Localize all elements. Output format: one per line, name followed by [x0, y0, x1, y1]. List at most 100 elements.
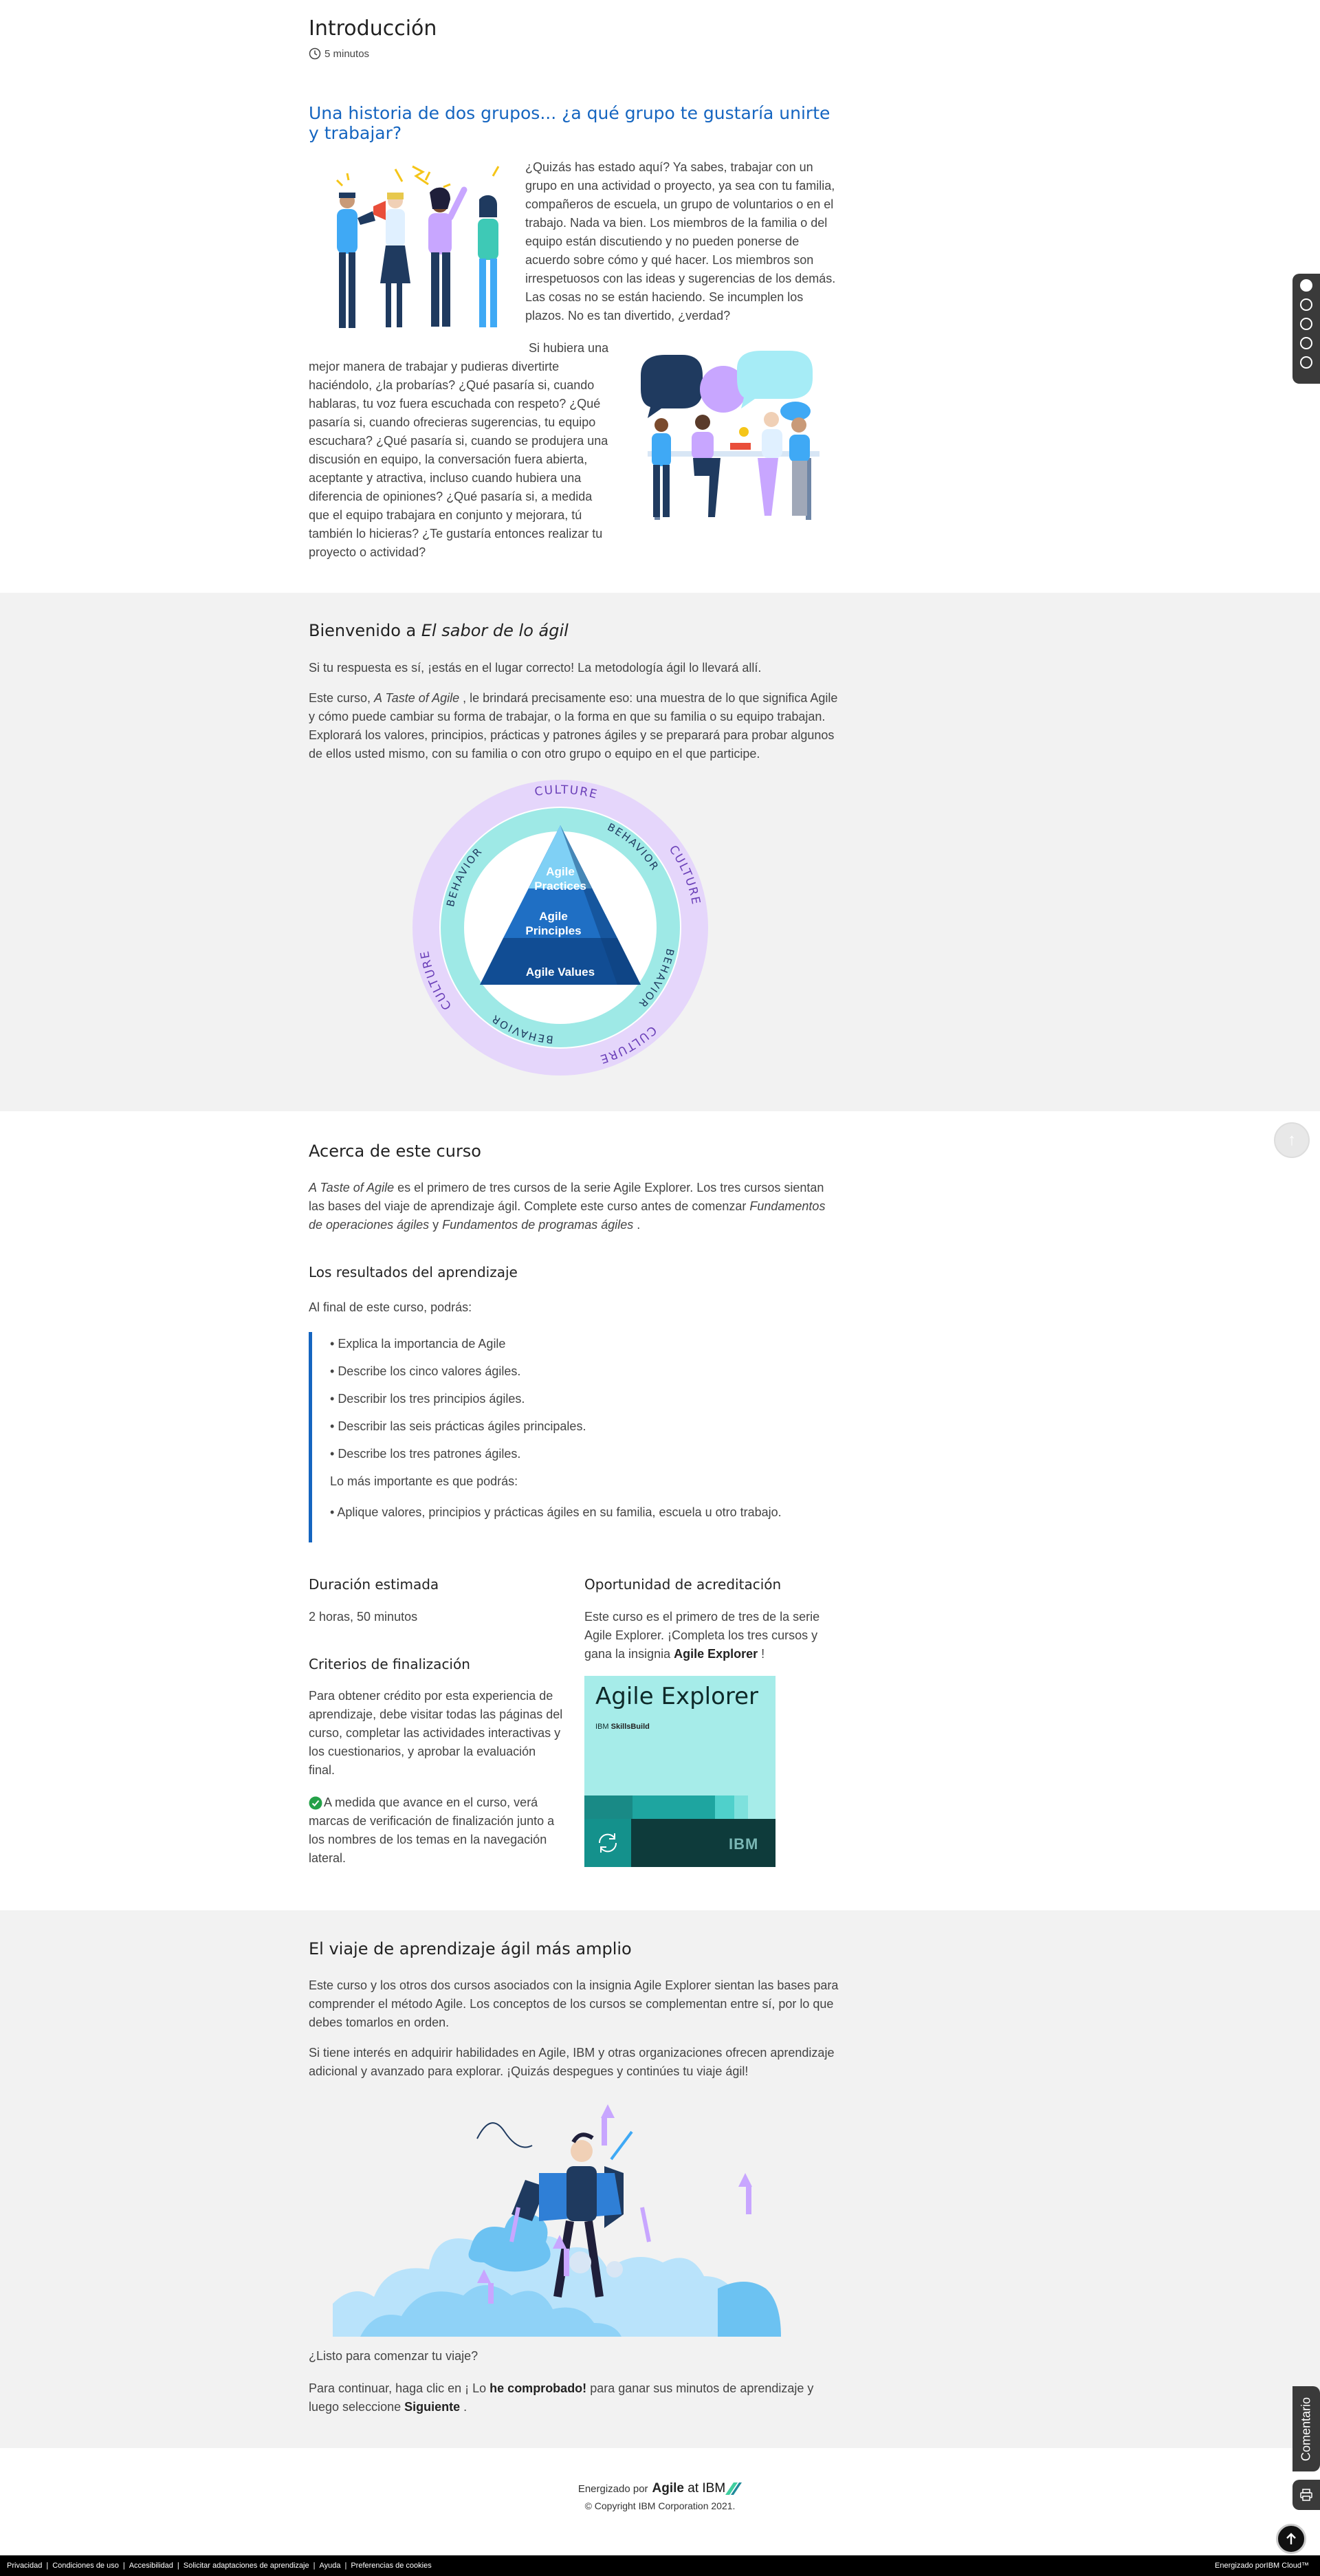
svg-text:CULTURE: CULTURE — [597, 1023, 659, 1066]
about-paragraph: A Taste of Agile es el primero de tres c… — [309, 1179, 839, 1234]
completion-paragraph-2: A medida que avance en el curso, verá ma… — [309, 1795, 555, 1865]
footer-link-terms[interactable]: Condiciones de uso — [52, 2562, 119, 2570]
story-paragraph-2: Si hubiera una mejor manera de trabajar … — [309, 341, 609, 559]
welcome-heading-title: El sabor de lo ágil — [421, 621, 569, 640]
continue-paragraph: Para continuar, haga clic en ¡ Lo he com… — [309, 2379, 839, 2416]
back-to-top-button[interactable] — [1276, 2524, 1306, 2554]
most-important-text: Lo más importante es que podrás: — [330, 1474, 518, 1488]
most-important-list: Aplique valores, principios y prácticas … — [330, 1503, 839, 1522]
duration-row: 5 minutos — [309, 47, 839, 60]
comment-button[interactable]: Comentario — [1292, 2386, 1320, 2471]
credential-badge-name: Agile Explorer — [674, 1647, 758, 1661]
svg-text:BEHAVIOR: BEHAVIOR — [489, 1012, 554, 1045]
journey-paragraph-2: Si tiene interés en adquirir habilidades… — [309, 2046, 835, 2078]
story-heading: Una historia de dos grupos... ¿a qué gru… — [309, 103, 830, 143]
page-header: Introducción 5 minutos — [309, 17, 839, 60]
credential-paragraph: Este curso es el primero de tres de la s… — [584, 1608, 839, 1663]
print-button[interactable] — [1292, 2480, 1320, 2510]
culture-label-left: CULTURE — [418, 948, 454, 1012]
agile-principles-label: Agile Principles — [525, 910, 582, 937]
about-text-b: y — [429, 1218, 443, 1232]
footer-link-cookies[interactable]: Preferencias de cookies — [351, 2562, 431, 2570]
outcome-item: Describe los cinco valores ágiles. — [330, 1362, 839, 1381]
completion-paragraph-2-wrap: A medida que avance en el curso, verá ma… — [309, 1793, 563, 1868]
refresh-icon — [598, 1833, 617, 1853]
culture-label-bottom: CULTURE — [597, 1023, 658, 1066]
about-course-name: A Taste of Agile — [309, 1181, 395, 1194]
duration-value: 2 horas, 50 minutos — [309, 1610, 418, 1624]
brand-agile: Agile — [652, 2481, 684, 2496]
agile-at-ibm-logo[interactable]: Agile at IBM — [652, 2481, 726, 2496]
badge-icon-box — [584, 1819, 631, 1867]
journey-heading: El viaje de aprendizaje ágil más amplio — [309, 1939, 632, 1958]
powered-by-text: Energizado por — [578, 2482, 648, 2495]
section-dot[interactable] — [1300, 279, 1312, 292]
powered-by-row: Energizado por Agile at IBM — [0, 2481, 1320, 2496]
checkmark-icon — [309, 1796, 322, 1810]
page-title: Introducción — [309, 17, 437, 41]
culture-label-right: CULTURE — [666, 843, 702, 907]
badge-sub-ibm: IBM — [595, 1723, 609, 1731]
badge-sub-skillsbuild: SkillsBuild — [610, 1723, 650, 1731]
outcome-item: Explica la importancia de Agile — [330, 1335, 839, 1353]
agile-values-label: Agile Values — [525, 965, 595, 979]
copyright-text: © Copyright IBM Corporation 2021. — [584, 2500, 736, 2511]
welcome-paragraph-1: Si tu respuesta es sí, ¡estás en el luga… — [309, 661, 762, 675]
outcomes-list: Explica la importancia de Agile Describe… — [330, 1335, 839, 1463]
welcome-p2-course: A Taste of Agile — [374, 691, 460, 705]
footer-link-help[interactable]: Ayuda — [319, 2562, 340, 2570]
section-dot[interactable] — [1300, 356, 1312, 369]
outcomes-box: Explica la importancia de Agile Describe… — [309, 1332, 839, 1542]
footer-link-accommodations[interactable]: Solicitar adaptaciones de aprendizaje — [184, 2562, 309, 2570]
brand-mark-icon — [725, 2482, 742, 2495]
footer-powered-ibm-cloud: Energizado porIBM Cloud™ — [1215, 2562, 1309, 2570]
team-collaborating-illustration — [641, 351, 820, 520]
story-paragraph-1: ¿Quizás has estado aquí? Ya sabes, traba… — [525, 160, 836, 323]
welcome-heading-prefix: Bienvenido a — [309, 621, 421, 640]
brand-at-ibm: at IBM — [684, 2481, 726, 2496]
agile-explorer-badge: Agile Explorer IBM SkillsBuild IBM — [584, 1676, 776, 1867]
section-dot[interactable] — [1300, 337, 1312, 349]
group-arguing-illustration — [336, 165, 500, 328]
welcome-p2-a: Este curso, — [309, 691, 375, 705]
duration-text: 5 minutos — [324, 47, 370, 60]
printer-icon — [1300, 2489, 1312, 2501]
svg-text:CULTURE: CULTURE — [418, 948, 455, 1012]
welcome-paragraph-2: Este curso, A Taste of Agile , le brinda… — [309, 689, 839, 763]
svg-text:CULTURE: CULTURE — [534, 783, 600, 802]
behavior-label-bottom: BEHAVIOR — [489, 1012, 553, 1045]
about-text-c: . — [633, 1218, 641, 1232]
clock-icon — [309, 47, 321, 60]
svg-text:CULTURE: CULTURE — [666, 843, 703, 907]
section-dot[interactable] — [1300, 298, 1312, 311]
badge-title: Agile Explorer — [595, 1683, 759, 1710]
most-important-item: Aplique valores, principios y prácticas … — [330, 1503, 839, 1522]
agile-culture-diagram: CULTURE CULTURE CULTURE CULTURE BEHAVIOR… — [411, 778, 710, 1077]
completion-paragraph-1: Para obtener crédito por esta experienci… — [309, 1689, 563, 1777]
continue-checked-label: he comprobado! — [490, 2381, 587, 2395]
outcomes-heading: Los resultados del aprendizaje — [309, 1264, 518, 1280]
badge-subtitle: IBM SkillsBuild — [595, 1723, 650, 1731]
about-heading: Acerca de este curso — [309, 1142, 481, 1161]
behavior-label-top-right: BEHAVIOR — [636, 948, 675, 1011]
rocket-launch-illustration — [333, 2104, 781, 2337]
about-course-programs: Fundamentos de programas ágiles — [442, 1218, 634, 1232]
outcomes-intro: Al final de este curso, podrás: — [309, 1300, 472, 1314]
agile-practices-label: Agile Practices — [534, 865, 586, 893]
scroll-up-icon-faded[interactable]: ↑ — [1274, 1122, 1310, 1158]
continue-text-a: Para continuar, haga clic en ¡ Lo — [309, 2381, 490, 2395]
continue-text-e: . — [460, 2400, 468, 2414]
footer-link-accessibility[interactable]: Accesibilidad — [129, 2562, 173, 2570]
outcome-item: Describir las seis prácticas ágiles prin… — [330, 1417, 839, 1436]
credential-text-c: ! — [758, 1647, 765, 1661]
footer-link-privacy[interactable]: Privacidad — [7, 2562, 42, 2570]
credential-heading: Oportunidad de acreditación — [584, 1576, 782, 1593]
svg-text:BEHAVIOR: BEHAVIOR — [605, 821, 661, 873]
page-footer: Energizado por Agile at IBM © Copyright … — [0, 2481, 1320, 2511]
svg-text:BEHAVIOR: BEHAVIOR — [444, 844, 485, 908]
journey-paragraph-1: Este curso y los otros dos cursos asocia… — [309, 1978, 839, 2029]
svg-text:BEHAVIOR: BEHAVIOR — [636, 948, 676, 1011]
section-dot[interactable] — [1300, 318, 1312, 330]
section-nav-dots — [1292, 274, 1320, 384]
ready-text: ¿Listo para comenzar tu viaje? — [309, 2349, 478, 2363]
